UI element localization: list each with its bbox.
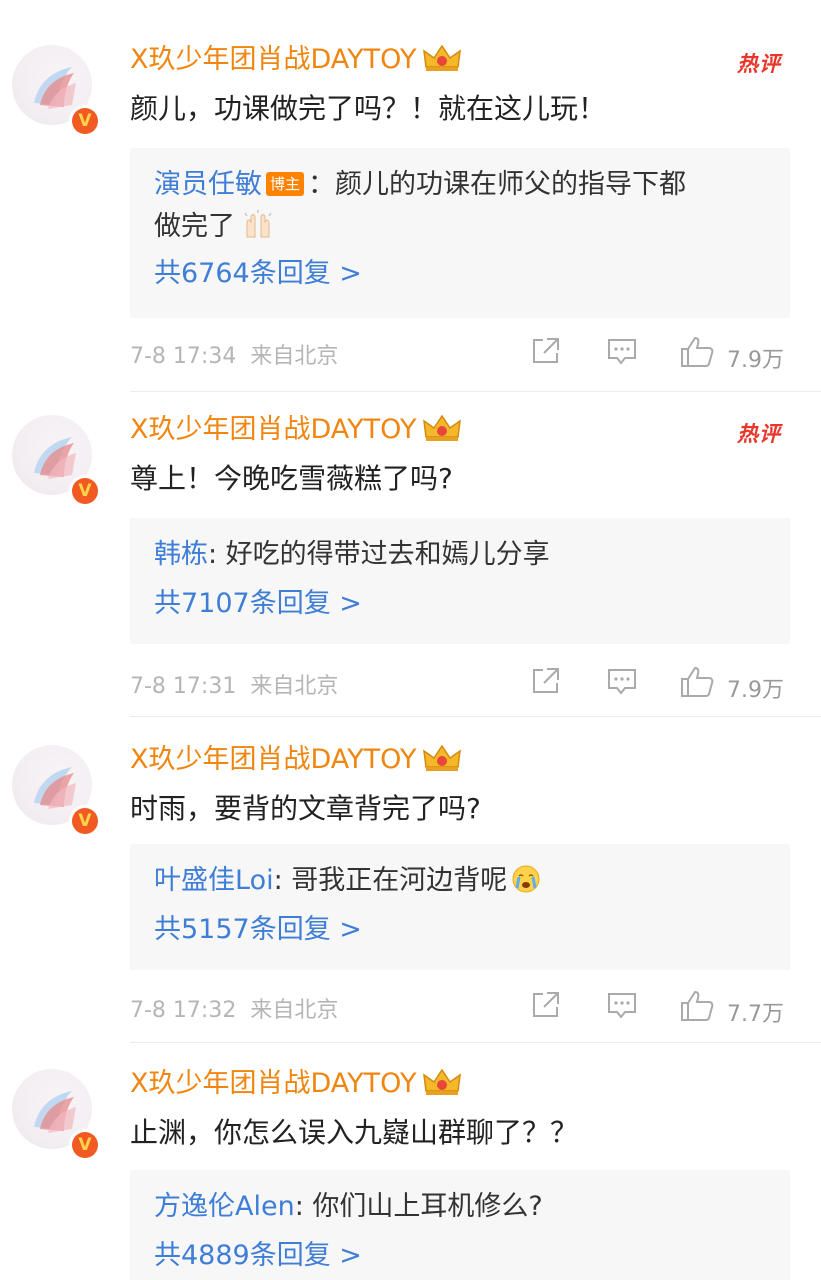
share-icon — [533, 338, 559, 363]
verified-badge-icon: V — [69, 475, 101, 507]
divider — [130, 1042, 821, 1043]
comment-time: 7-8 17:34 — [130, 344, 237, 369]
reply-text: 演员任敏 博主 ：颜儿的功课在师父的指导下都 — [154, 169, 687, 200]
blogger-tag: 博主 — [266, 172, 305, 196]
verified-badge-icon: V — [69, 1129, 101, 1161]
share-button[interactable] — [529, 334, 563, 374]
comment-actions: 7.9万 — [529, 334, 789, 374]
comment-meta: 7-8 17:32 来自北京 — [130, 992, 338, 1024]
comment-button[interactable] — [605, 664, 639, 704]
thumbs-up-icon — [681, 336, 714, 367]
crown-icon — [422, 1067, 462, 1109]
comment-location: 来自北京 — [250, 674, 339, 699]
comment-button[interactable] — [605, 334, 639, 374]
comment-username[interactable]: X玖少年团肖战DAYTOY — [130, 410, 462, 455]
comment-text: 颜儿，功课做完了吗？！就在这儿玩！ — [130, 92, 607, 125]
comment-actions: 7.7万 — [529, 988, 789, 1028]
comment-text: 止渊，你怎么误入九嶷山群聊了？？ — [130, 1116, 579, 1149]
comment-meta: 7-8 17:31 来自北京 — [130, 668, 338, 700]
reply-username[interactable]: 方逸伦Alen — [154, 1191, 295, 1222]
verified-badge-icon: V — [69, 105, 101, 137]
comment-time: 7-8 17:32 — [130, 998, 237, 1023]
like-count: 7.9万 — [727, 348, 784, 373]
comment-item: V X玖少年团肖战DAYTOY 时雨，要背的文章背完了吗? 叶盛佳Loi: 哥我… — [0, 738, 821, 1048]
comment-username[interactable]: X玖少年团肖战DAYTOY — [130, 740, 462, 785]
like-button[interactable]: 7.7万 — [679, 988, 789, 1028]
comment-text: 时雨，要背的文章背完了吗? — [130, 792, 481, 825]
share-button[interactable] — [529, 988, 563, 1028]
reply-preview[interactable]: 韩栋: 好吃的得带过去和嫣儿分享 共7107条回复 > — [130, 518, 790, 644]
comment-time: 7-8 17:31 — [130, 674, 237, 699]
reply-count-link[interactable]: 共7107条回复 > — [154, 584, 362, 624]
hot-comment-badge: 热评 — [737, 52, 781, 76]
like-button[interactable]: 7.9万 — [679, 334, 789, 374]
comment-item: V X玖少年团肖战DAYTOY 热评 尊上！今晚吃雪薇糕了吗? 韩栋: 好吃的得… — [0, 408, 821, 718]
reply-username[interactable]: 叶盛佳Loi — [154, 865, 274, 896]
like-button[interactable]: 7.9万 — [679, 664, 789, 704]
reply-preview[interactable]: 演员任敏 博主 ：颜儿的功课在师父的指导下都 做完了 共6764条回复 > — [130, 148, 790, 318]
crying-face-icon — [511, 864, 541, 907]
reply-text: 叶盛佳Loi: 哥我正在河边背呢 — [154, 860, 760, 907]
comment-item: V X玖少年团肖战DAYTOY 热评 颜儿，功课做完了吗？！就在这儿玩！ 演员任… — [0, 38, 821, 392]
verified-badge-icon: V — [69, 805, 101, 837]
hot-comment-badge: 热评 — [737, 422, 781, 446]
reply-count-link[interactable]: 共4889条回复 > — [154, 1236, 362, 1276]
comment-meta: 7-8 17:34 来自北京 — [130, 338, 338, 370]
divider — [130, 391, 821, 392]
comment-actions: 7.9万 — [529, 664, 789, 704]
thumbs-up-icon — [681, 990, 714, 1021]
share-icon — [533, 668, 559, 693]
reply-text: 韩栋: 好吃的得带过去和嫣儿分享 — [154, 539, 550, 570]
reply-text: 方逸伦Alen: 你们山上耳机修么? — [154, 1191, 543, 1222]
crown-icon — [422, 413, 462, 455]
reply-preview[interactable]: 叶盛佳Loi: 哥我正在河边背呢 共5157条回复 > — [130, 844, 790, 970]
comment-username[interactable]: X玖少年团肖战DAYTOY — [130, 1064, 462, 1109]
share-button[interactable] — [529, 664, 563, 704]
reply-preview[interactable]: 方逸伦Alen: 你们山上耳机修么? 共4889条回复 > — [130, 1170, 790, 1280]
comment-location: 来自北京 — [250, 998, 339, 1023]
comment-text: 尊上！今晚吃雪薇糕了吗? — [130, 462, 453, 495]
divider — [130, 716, 821, 717]
share-icon — [533, 992, 559, 1017]
thumbs-up-icon — [681, 666, 714, 697]
reply-count-link[interactable]: 共6764条回复 > — [154, 254, 362, 294]
comment-icon — [608, 993, 636, 1019]
like-count: 7.7万 — [727, 1002, 784, 1027]
comment-item: V X玖少年团肖战DAYTOY 止渊，你怎么误入九嶷山群聊了？？ 方逸伦Alen… — [0, 1062, 821, 1280]
reply-count-link[interactable]: 共5157条回复 > — [154, 910, 362, 950]
comment-icon — [608, 669, 636, 695]
comment-username[interactable]: X玖少年团肖战DAYTOY — [130, 40, 462, 85]
reply-text-cont: 做完了 — [154, 206, 760, 252]
raised-hands-icon — [241, 209, 275, 252]
comment-button[interactable] — [605, 988, 639, 1028]
crown-icon — [422, 743, 462, 785]
like-count: 7.9万 — [727, 678, 784, 703]
comment-icon — [608, 339, 636, 365]
reply-username[interactable]: 韩栋 — [154, 539, 208, 570]
reply-username[interactable]: 演员任敏 — [154, 169, 262, 200]
crown-icon — [422, 43, 462, 85]
comment-location: 来自北京 — [250, 344, 339, 369]
